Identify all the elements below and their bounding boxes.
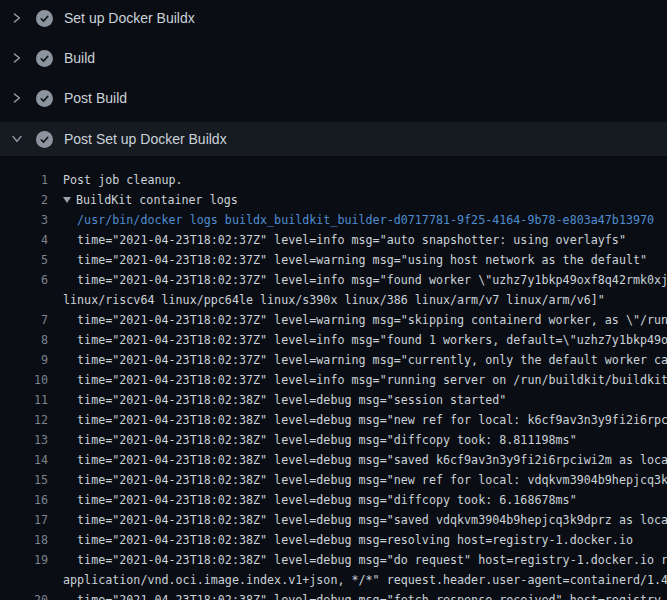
log-line: 10 time="2021-04-23T18:02:37Z" level=inf… [0, 370, 667, 390]
log-line-number[interactable]: 18 [0, 530, 48, 550]
log-line-number[interactable]: 4 [0, 230, 48, 250]
log-line: 6 time="2021-04-23T18:02:37Z" level=info… [0, 270, 667, 290]
log-line-number[interactable]: 14 [0, 450, 48, 470]
log-line-text: time="2021-04-23T18:02:38Z" level=debug … [63, 530, 633, 550]
log-line-number[interactable]: 3 [0, 210, 48, 230]
log-line-text: /usr/bin/docker logs buildx_buildkit_bui… [63, 210, 654, 230]
log-line: 19 time="2021-04-23T18:02:38Z" level=deb… [0, 550, 667, 570]
steps-list: Set up Docker Buildx Build Post Build Po… [0, 0, 667, 156]
log-line-text: Post job cleanup. [63, 170, 183, 190]
log-line: 17 time="2021-04-23T18:02:38Z" level=deb… [0, 510, 667, 530]
log-line-text: time="2021-04-23T18:02:37Z" level=info m… [63, 230, 626, 250]
actions-log-viewer: Set up Docker Buildx Build Post Build Po… [0, 0, 667, 600]
check-circle-icon [36, 131, 53, 148]
log-line-number[interactable]: 16 [0, 490, 48, 510]
log-line: 12 time="2021-04-23T18:02:38Z" level=deb… [0, 410, 667, 430]
log-line: 7 time="2021-04-23T18:02:37Z" level=warn… [0, 310, 667, 330]
log-line-text: time="2021-04-23T18:02:38Z" level=debug … [63, 390, 506, 410]
log-line-text: time="2021-04-23T18:02:38Z" level=debug … [63, 490, 577, 510]
log-line-number[interactable]: 7 [0, 310, 48, 330]
log-line: 11 time="2021-04-23T18:02:38Z" level=deb… [0, 390, 667, 410]
check-circle-icon [36, 10, 53, 27]
log-line-text: time="2021-04-23T18:02:37Z" level=info m… [63, 370, 667, 390]
log-line-number[interactable] [0, 290, 48, 310]
check-circle-icon [36, 90, 53, 107]
chevron-right-icon [10, 91, 24, 105]
step-label: Post Build [64, 90, 127, 106]
log-line-text: time="2021-04-23T18:02:38Z" level=debug … [63, 410, 667, 430]
log-line-text: time="2021-04-23T18:02:37Z" level=info m… [63, 270, 667, 290]
log-line-number[interactable]: 8 [0, 330, 48, 350]
log-line-number[interactable]: 11 [0, 390, 48, 410]
log-line-number[interactable]: 15 [0, 470, 48, 490]
log-line-number[interactable]: 13 [0, 430, 48, 450]
log-line-number[interactable]: 6 [0, 270, 48, 290]
log-line: 9 time="2021-04-23T18:02:37Z" level=warn… [0, 350, 667, 370]
log-line: 20 time="2021-04-23T18:02:38Z" level=deb… [0, 590, 667, 600]
log-line: 14 time="2021-04-23T18:02:38Z" level=deb… [0, 450, 667, 470]
chevron-right-icon [10, 11, 24, 25]
log-line-number[interactable]: 19 [0, 550, 48, 570]
log-line: 18 time="2021-04-23T18:02:38Z" level=deb… [0, 530, 667, 550]
log-line-text: time="2021-04-23T18:02:38Z" level=debug … [63, 510, 667, 530]
step-label: Build [64, 50, 95, 66]
log-line-number[interactable]: 12 [0, 410, 48, 430]
step-label: Set up Docker Buildx [64, 10, 195, 26]
log-line-text: application/vnd.oci.image.index.v1+json,… [63, 570, 667, 590]
log-line: 4 time="2021-04-23T18:02:37Z" level=info… [0, 230, 667, 250]
log-panel: 1 Post job cleanup. 2 BuildKit container… [0, 156, 667, 600]
log-line-number[interactable]: 9 [0, 350, 48, 370]
log-line-text: BuildKit container logs [63, 190, 238, 210]
chevron-down-icon [10, 132, 24, 146]
log-line-text: time="2021-04-23T18:02:37Z" level=info m… [63, 330, 667, 350]
log-line: 1 Post job cleanup. [0, 170, 667, 190]
step-header-post-build[interactable]: Post Build [0, 78, 667, 118]
chevron-right-icon [10, 51, 24, 65]
log-line: 3 /usr/bin/docker logs buildx_buildkit_b… [0, 210, 667, 230]
log-line-number[interactable]: 1 [0, 170, 48, 190]
log-line-number[interactable]: 17 [0, 510, 48, 530]
log-line-text: time="2021-04-23T18:02:38Z" level=debug … [63, 450, 667, 470]
log-line: linux/riscv64 linux/ppc64le linux/s390x … [0, 290, 667, 310]
log-line: 16 time="2021-04-23T18:02:38Z" level=deb… [0, 490, 667, 510]
log-line-number[interactable]: 2 [0, 190, 48, 210]
log-line-text: time="2021-04-23T18:02:37Z" level=warnin… [63, 310, 667, 330]
log-group-caret-icon[interactable] [63, 197, 71, 203]
log-line-number[interactable]: 20 [0, 590, 48, 600]
log-line-text: linux/riscv64 linux/ppc64le linux/s390x … [63, 290, 605, 310]
log-line: 13 time="2021-04-23T18:02:38Z" level=deb… [0, 430, 667, 450]
log-line: 15 time="2021-04-23T18:02:38Z" level=deb… [0, 470, 667, 490]
log-line: 8 time="2021-04-23T18:02:37Z" level=info… [0, 330, 667, 350]
log-line-text: time="2021-04-23T18:02:38Z" level=debug … [63, 590, 667, 600]
step-header-set-up-docker-buildx[interactable]: Set up Docker Buildx [0, 0, 667, 38]
log-line-text: time="2021-04-23T18:02:37Z" level=warnin… [63, 250, 647, 270]
log-line-number[interactable]: 5 [0, 250, 48, 270]
check-circle-icon [36, 50, 53, 67]
log-line-number[interactable]: 10 [0, 370, 48, 390]
step-label: Post Set up Docker Buildx [64, 131, 227, 147]
log-line-text: time="2021-04-23T18:02:38Z" level=debug … [63, 550, 667, 570]
log-line-text: time="2021-04-23T18:02:38Z" level=debug … [63, 430, 577, 450]
log-line: application/vnd.oci.image.index.v1+json,… [0, 570, 667, 590]
log-line-number[interactable] [0, 570, 48, 590]
log-line: 2 BuildKit container logs [0, 190, 667, 210]
step-header-post-set-up-docker-buildx[interactable]: Post Set up Docker Buildx [0, 122, 667, 156]
log-line-text: time="2021-04-23T18:02:37Z" level=warnin… [63, 350, 667, 370]
log-line: 5 time="2021-04-23T18:02:37Z" level=warn… [0, 250, 667, 270]
step-header-build[interactable]: Build [0, 38, 667, 78]
log-line-text: time="2021-04-23T18:02:38Z" level=debug … [63, 470, 667, 490]
